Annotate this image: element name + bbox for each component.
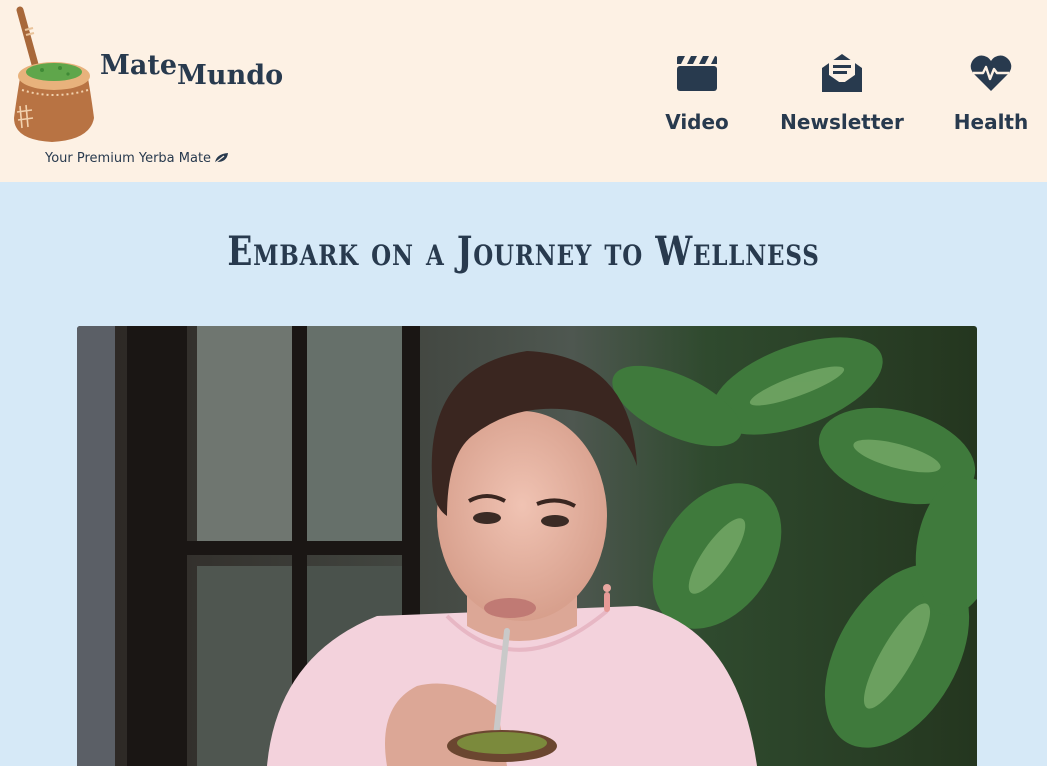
nav-item-video[interactable]: Video (660, 52, 734, 134)
page-title: Embark on a Journey to Wellness (227, 228, 820, 275)
nav-label-video: Video (665, 110, 729, 134)
envelope-newsletter-icon (821, 52, 863, 94)
mate-gourd-logo-icon (14, 6, 94, 142)
tagline-text: Your Premium Yerba Mate (45, 151, 212, 166)
nav-label-newsletter: Newsletter (780, 110, 904, 134)
brand-tagline: Your Premium Yerba Mate (45, 151, 229, 168)
nav-item-newsletter[interactable]: Newsletter (780, 52, 904, 134)
hero-image (77, 326, 977, 766)
brand-word-mundo: Mundo (177, 60, 284, 91)
heart-pulse-icon (970, 52, 1012, 94)
brand-name: MateMundo (100, 50, 283, 91)
logo-link[interactable]: MateMundo Your Premium Yerba Mate (10, 6, 290, 176)
leaf-icon (214, 152, 229, 168)
site-header: MateMundo Your Premium Yerba Mate Video (0, 0, 1047, 182)
nav-item-health[interactable]: Health (950, 52, 1032, 134)
clapperboard-icon (676, 52, 718, 94)
nav-label-health: Health (953, 110, 1029, 134)
brand-word-mate: Mate (100, 50, 178, 81)
